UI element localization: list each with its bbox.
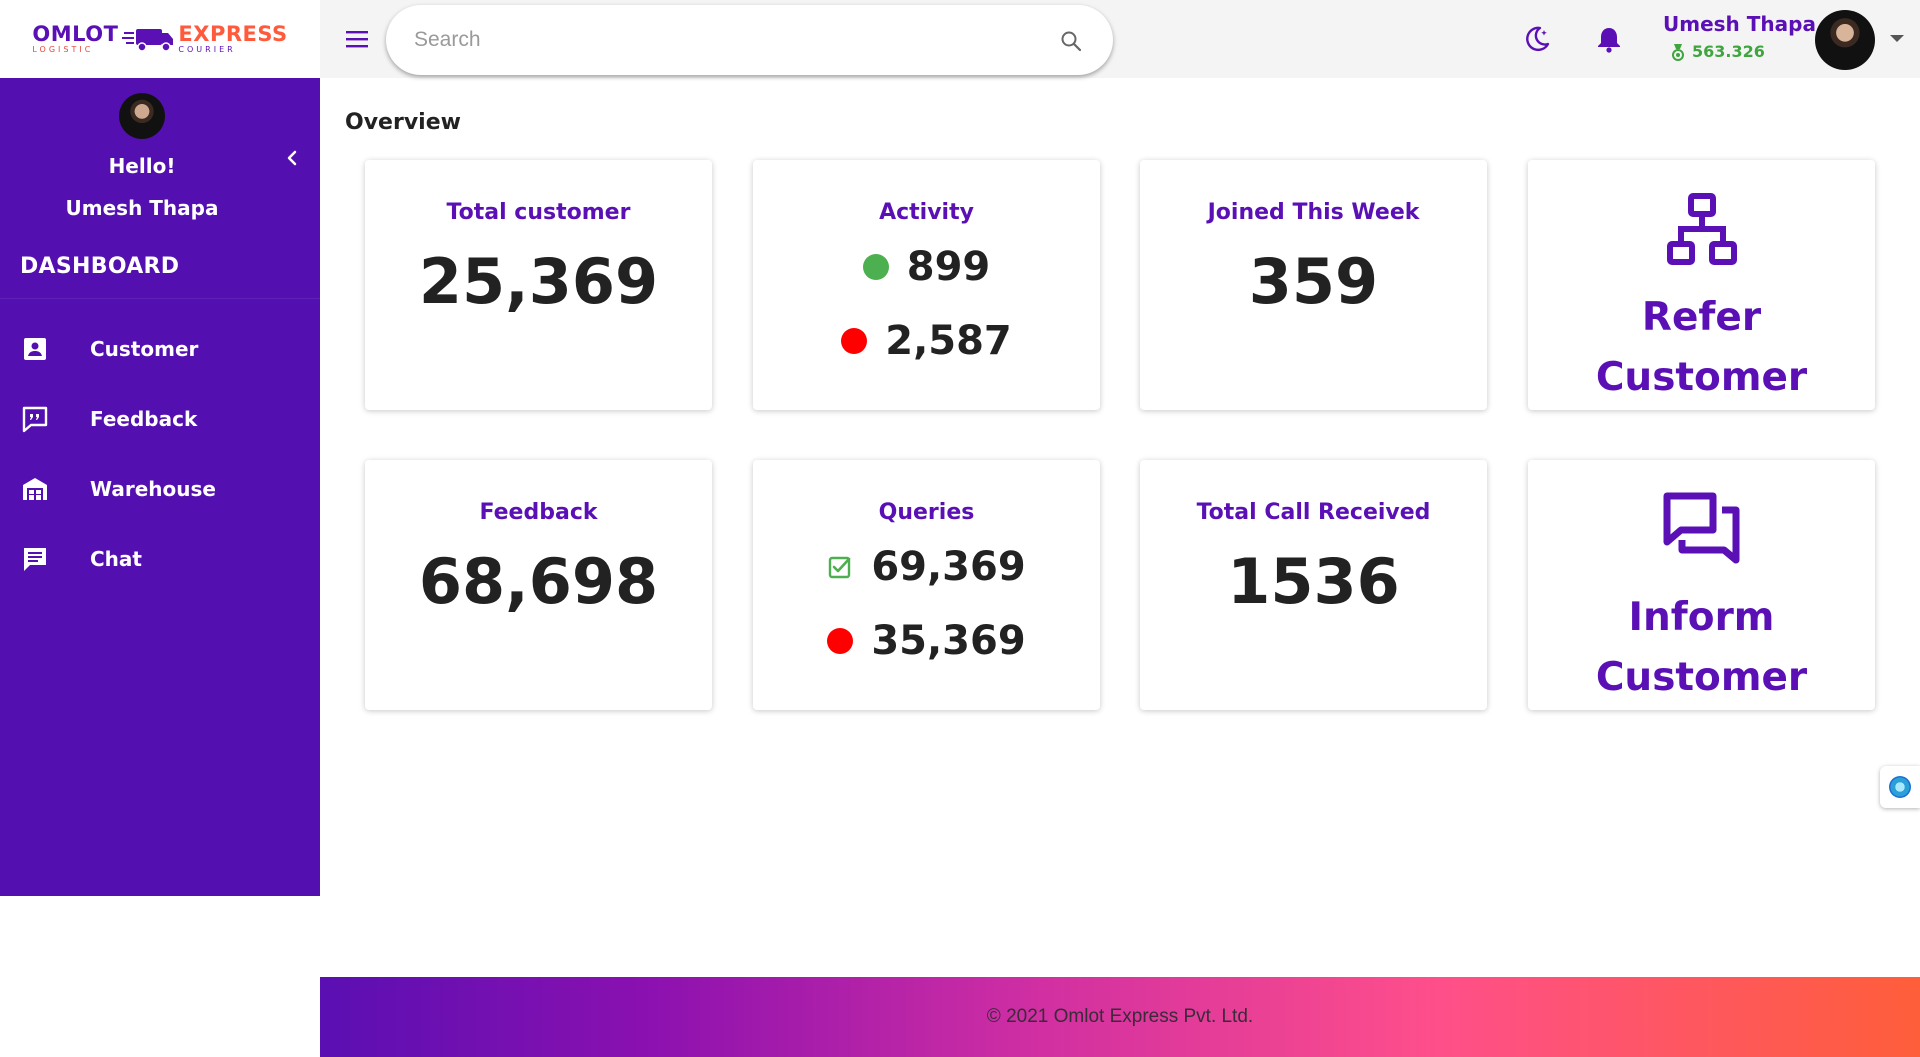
sidebar-divider: [0, 298, 320, 299]
card-title: Queries: [878, 500, 975, 525]
card-value: 1536: [1227, 545, 1400, 618]
logo-area[interactable]: OMLOT LOGISTIC EXPRESS COURIER: [0, 0, 320, 78]
card-title: Joined This Week: [1207, 200, 1420, 225]
status-dot-pending: [827, 628, 854, 654]
footer-copyright: © 2021 Omlot Express Pvt. Ltd.: [986, 1006, 1254, 1027]
widget-orb-icon: [1889, 776, 1911, 798]
sidebar-item-feedback[interactable]: Feedback: [0, 384, 320, 454]
activity-inactive-value: 2,587: [885, 318, 1012, 364]
page-title: Overview: [345, 110, 461, 135]
inform-label-line2: Customer: [1595, 655, 1808, 700]
card-value: 68,698: [418, 545, 659, 618]
logo-text-courier: COURIER: [178, 45, 236, 54]
sidebar-avatar: [119, 93, 165, 139]
sidebar-item-chat[interactable]: Chat: [0, 524, 320, 594]
sidebar-greeting: Hello!: [108, 154, 176, 178]
hamburger-menu-icon: [346, 31, 368, 48]
card-title: Activity: [879, 200, 974, 225]
card-value: 359: [1248, 245, 1379, 318]
logo-text-omlot: OMLOT: [32, 22, 119, 46]
card-value: 25,369: [418, 245, 659, 318]
card-title: Total Call Received: [1196, 500, 1431, 525]
chat-icon: [24, 548, 46, 571]
balance: 563.326: [1670, 42, 1816, 61]
sidebar-item-label: Customer: [90, 337, 199, 361]
sidebar-item-customer[interactable]: Customer: [0, 314, 320, 384]
card-title: Feedback: [479, 500, 598, 525]
feedback-icon: [22, 406, 48, 433]
user-info[interactable]: Umesh Thapa 563.326: [1663, 12, 1816, 61]
status-dot-inactive: [841, 328, 868, 354]
queries-resolved-value: 69,369: [871, 544, 1026, 590]
card-activity[interactable]: Activity 899 2,587: [753, 160, 1100, 410]
moon-icon[interactable]: [1522, 24, 1552, 54]
activity-inactive-row: 2,587: [753, 318, 1100, 364]
medal-icon: [1672, 43, 1684, 61]
brand-logo: OMLOT LOGISTIC EXPRESS COURIER: [32, 24, 287, 54]
card-title: Total customer: [446, 200, 631, 225]
card-feedback[interactable]: Feedback 68,698: [365, 460, 712, 710]
truck-icon: [122, 29, 174, 52]
card-inform-customer[interactable]: Inform Customer: [1528, 460, 1875, 710]
sidebar-user-name: Umesh Thapa: [65, 196, 219, 220]
footer: © 2021 Omlot Express Pvt. Ltd.: [320, 977, 1920, 1057]
sidebar-item-label: Feedback: [90, 407, 198, 431]
top-bar: Umesh Thapa 563.326: [320, 0, 1920, 78]
card-joined-this-week[interactable]: Joined This Week 359: [1140, 160, 1487, 410]
contact-card-icon: [24, 338, 46, 360]
bell-icon[interactable]: [1594, 24, 1624, 54]
floating-widget-button[interactable]: [1880, 766, 1920, 808]
search-icon[interactable]: [1059, 29, 1083, 53]
inform-label-line1: Inform: [1628, 595, 1775, 640]
warehouse-icon: [23, 478, 47, 500]
check-box-icon: [829, 556, 851, 579]
queries-pending-row: 35,369: [753, 618, 1100, 664]
activity-active-row: 899: [753, 244, 1100, 290]
sidebar-item-label: Warehouse: [90, 477, 216, 501]
refer-label-line1: Refer: [1641, 295, 1762, 340]
balance-value: 563.326: [1692, 42, 1765, 61]
sidebar-section-title[interactable]: DASHBOARD: [20, 254, 179, 279]
queries-pending-value: 35,369: [871, 618, 1026, 664]
chevron-left-icon[interactable]: [282, 148, 302, 168]
sidebar-nav: Customer Feedback Warehouse Chat: [0, 314, 320, 594]
refer-label-line2: Customer: [1595, 355, 1808, 400]
status-dot-active: [862, 254, 889, 280]
activity-active-value: 899: [906, 244, 991, 290]
logo-text-logistic: LOGISTIC: [32, 45, 94, 54]
sidebar: Hello! Umesh Thapa DASHBOARD Customer Fe…: [0, 78, 320, 896]
sidebar-item-warehouse[interactable]: Warehouse: [0, 454, 320, 524]
card-queries[interactable]: Queries 69,369 35,369: [753, 460, 1100, 710]
forum-icon: [1663, 492, 1739, 564]
queries-resolved-row: 69,369: [753, 544, 1100, 590]
logo-text-express: EXPRESS: [178, 22, 288, 46]
card-refer-customer[interactable]: Refer Customer: [1528, 160, 1875, 410]
user-name: Umesh Thapa: [1663, 12, 1816, 36]
sidebar-item-label: Chat: [90, 547, 142, 571]
chevron-down-icon[interactable]: [1890, 35, 1904, 42]
avatar[interactable]: [1815, 10, 1875, 70]
search-bar: [386, 5, 1113, 75]
card-total-customer[interactable]: Total customer 25,369: [365, 160, 712, 410]
search-input[interactable]: [414, 28, 1014, 52]
card-total-call-received[interactable]: Total Call Received 1536: [1140, 460, 1487, 710]
network-icon: [1666, 193, 1737, 265]
menu-button[interactable]: [342, 24, 372, 54]
